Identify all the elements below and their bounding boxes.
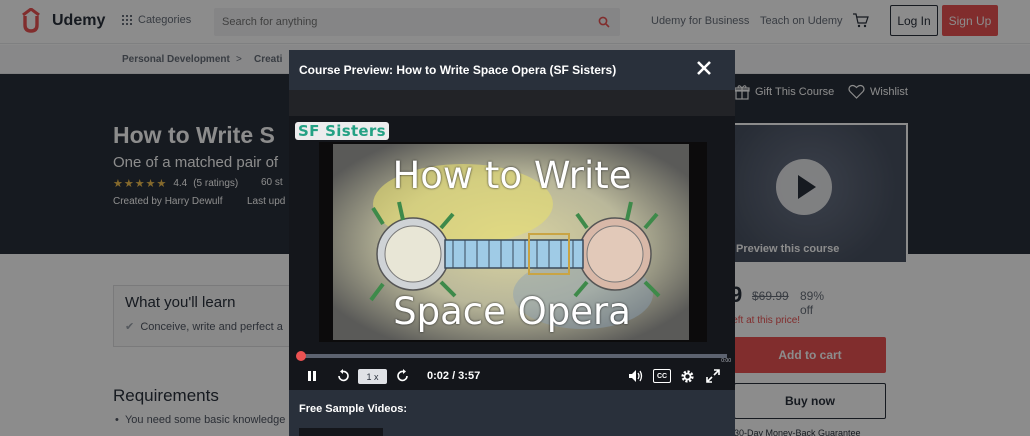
playback-speed-button[interactable]: 1 x [358, 369, 387, 384]
sample-video-thumbnail[interactable] [299, 428, 383, 436]
modal-title: Course Preview: How to Write Space Opera… [299, 63, 617, 77]
pause-icon[interactable] [304, 368, 320, 384]
progress-thumb[interactable] [296, 351, 306, 361]
free-sample-videos-title: Free Sample Videos: [299, 403, 408, 415]
video-title-line1: How to Write [392, 154, 632, 197]
sf-sisters-badge: SF Sisters [295, 122, 389, 140]
video-time: 0:02 / 3:57 [427, 370, 481, 382]
video-letterbox [289, 90, 735, 116]
video-player[interactable]: SF Sisters How to Write Space Opera 0:00… [289, 90, 735, 390]
rewind-icon[interactable] [335, 368, 351, 384]
close-icon[interactable] [695, 59, 713, 77]
forward-icon[interactable] [395, 368, 411, 384]
course-preview-modal: Course Preview: How to Write Space Opera… [289, 50, 735, 436]
volume-icon[interactable] [628, 368, 644, 384]
video-controls: 1 x 0:02 / 3:57 CC [289, 362, 735, 390]
fullscreen-icon[interactable] [705, 368, 721, 384]
captions-icon[interactable]: CC [653, 369, 671, 383]
video-title-line2: Space Opera [393, 290, 631, 333]
settings-icon[interactable] [679, 368, 695, 384]
video-progress-bar[interactable]: 0:00 [296, 351, 731, 364]
